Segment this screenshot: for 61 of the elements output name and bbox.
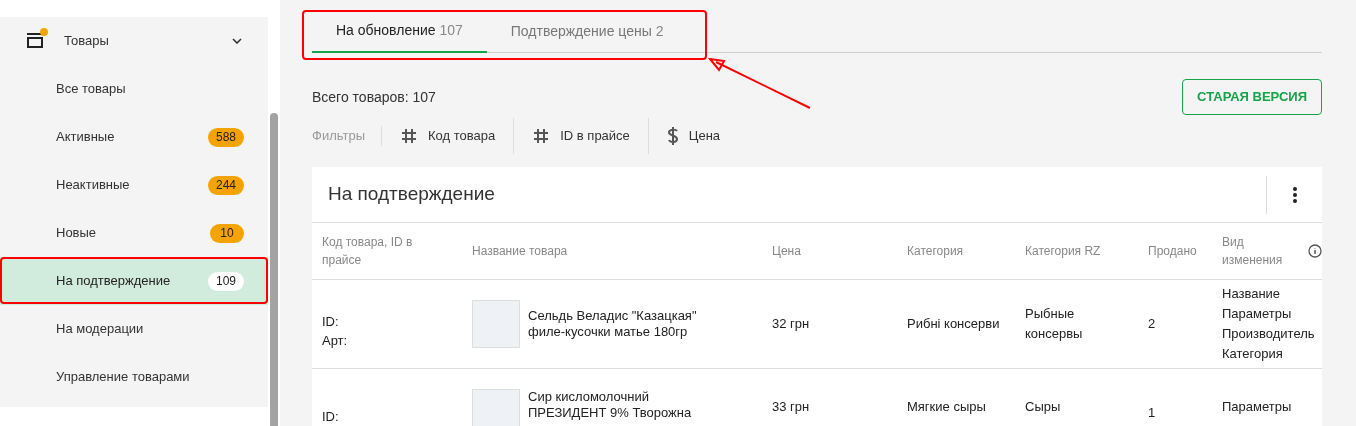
product-photo-placeholder [472,389,520,426]
sidebar-item[interactable]: Активные 588 [0,113,268,161]
column-header: Код товара, ID в прайсе [322,234,414,269]
product-photo-placeholder [472,300,520,348]
table-cell-text: 2 [1148,315,1157,334]
table-cell-text: Категория [1222,345,1284,363]
column-header: Продано [1148,243,1198,260]
filter-button[interactable]: ID в прайсе [514,118,649,154]
sidebar-item[interactable]: Все товары [0,65,268,113]
sidebar-item[interactable]: На модерации [0,305,268,353]
table-title: На подтверждение [328,182,495,207]
item-label: Неактивные [56,176,131,195]
filters-label: Фильтры [312,126,382,146]
item-label: Новые [56,224,98,243]
count-badge: 109 [207,271,244,291]
table-cell-text: 32 грн [772,315,811,334]
item-label: На модерации [56,320,145,339]
tab[interactable]: Подтверждение цены 2 [486,10,688,53]
filter-button[interactable]: Код товара [382,118,515,154]
dollar-icon [666,126,679,146]
column-header: Название товара [472,243,569,260]
product-name[interactable]: Сир кисломолочний ПРЕЗИДЕНТ 9% Творожна [528,389,708,421]
sidebar-item[interactable]: На подтверждение 109 [0,257,268,305]
table-cell-text: ID: [322,408,340,426]
chevron-icon[interactable] [232,38,242,44]
table-cell-text: Производитель [1222,325,1316,343]
item-label: Активные [56,128,116,147]
table-cell-text: Рыбные консервы [1025,305,1084,343]
info-icon[interactable] [1308,244,1322,258]
table-cell-text: 33 грн [772,398,811,416]
count-badge: 244 [207,175,244,195]
count-badge: 10 [210,223,244,243]
table-cell-text: Параметры [1222,305,1293,323]
hash-icon [532,127,551,145]
table-cell-text: Название [1222,285,1282,303]
table-cell-text: 1 [1148,404,1157,422]
table-cell-text: Арт: [322,332,349,350]
sidebar-item[interactable]: Неактивные 244 [0,161,268,209]
count-badge: 588 [207,127,244,147]
column-header: Вид изменения [1222,234,1284,269]
table-cell-text: Сыры [1025,398,1062,416]
column-header: Категория [907,243,965,260]
column-header: Цена [772,243,802,260]
table-cell-text: Параметры [1222,398,1293,416]
sidebar-item[interactable]: Новые 10 [0,209,268,257]
more-icon[interactable] [1292,186,1297,203]
table-cell-text: Рибні консерви [907,315,1001,333]
item-label: На подтверждение [56,272,172,291]
hash-icon [400,127,418,145]
product-name[interactable]: Сельдь Веладис "Казацкая" филе-кусочки матье 180гр [528,308,708,340]
total-count: Всего товаров: 107 [312,88,437,107]
table-cell-text: Мягкие сыры [907,398,987,416]
section-label[interactable]: Товары [64,31,232,51]
filter-button[interactable]: Цена [648,118,739,154]
sidebar-item[interactable]: Управление товарами [0,353,268,401]
item-label: Управление товарами [56,368,191,387]
item-label: Все товары [56,80,127,99]
tab[interactable]: На обновление 107 [312,10,487,53]
column-header: Категория RZ [1025,243,1102,260]
scrollbar[interactable] [270,113,278,426]
table-cell-text: ID: [322,312,340,331]
